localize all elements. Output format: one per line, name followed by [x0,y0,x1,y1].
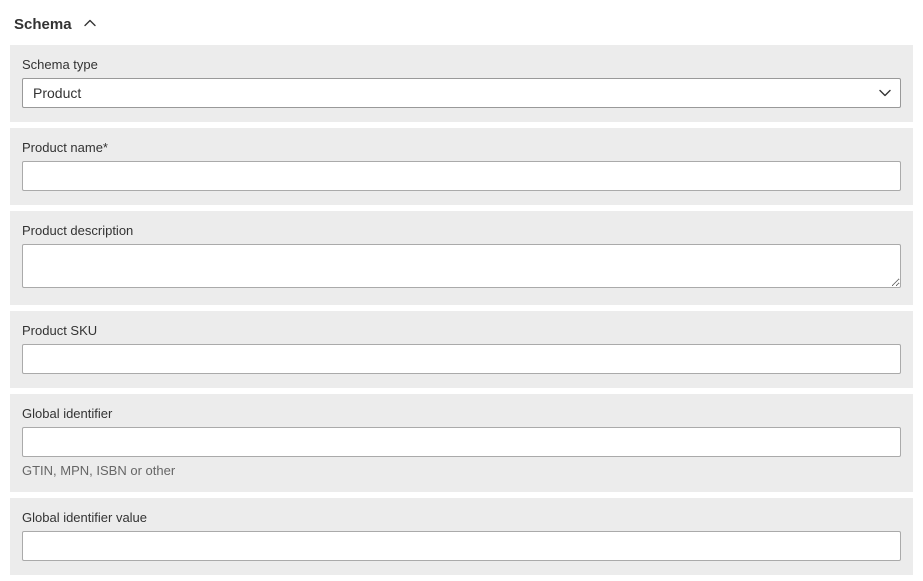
section-title: Schema [14,16,72,33]
global-identifier-help: GTIN, MPN, ISBN or other [22,463,901,478]
chevron-up-icon [84,19,96,31]
schema-section-header[interactable]: Schema [0,0,923,45]
field-global-identifier: Global identifier GTIN, MPN, ISBN or oth… [10,394,913,492]
schema-type-label: Schema type [22,57,901,72]
product-sku-label: Product SKU [22,323,901,338]
field-product-description: Product description [10,211,913,305]
global-identifier-value-input[interactable] [22,531,901,561]
field-schema-type: Schema type Product [10,45,913,122]
product-sku-input[interactable] [22,344,901,374]
product-name-input[interactable] [22,161,901,191]
global-identifier-label: Global identifier [22,406,901,421]
field-product-name: Product name* [10,128,913,205]
product-description-label: Product description [22,223,901,238]
field-product-sku: Product SKU [10,311,913,388]
schema-type-select[interactable]: Product [22,78,901,108]
product-name-label: Product name* [22,140,901,155]
global-identifier-value-label: Global identifier value [22,510,901,525]
product-description-textarea[interactable] [22,244,901,288]
global-identifier-input[interactable] [22,427,901,457]
schema-type-select-wrap: Product [22,78,901,108]
field-global-identifier-value: Global identifier value [10,498,913,575]
